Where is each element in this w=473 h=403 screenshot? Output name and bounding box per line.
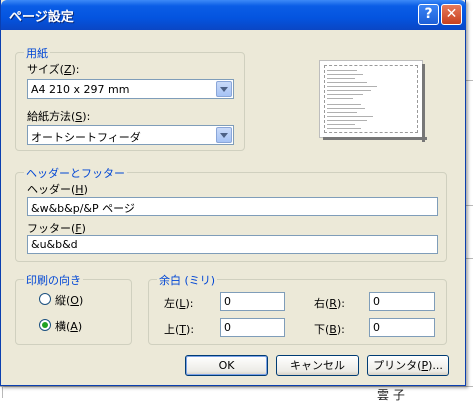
preview-line bbox=[327, 70, 357, 71]
margin-left-label: 左(L): bbox=[164, 297, 194, 310]
bg-text: 雲 子 bbox=[377, 388, 405, 402]
landscape-label[interactable]: 横(A) bbox=[55, 318, 82, 334]
paper-source-value: オートシートフィーダ bbox=[31, 131, 141, 144]
footer-label: フッター(F) bbox=[27, 222, 86, 235]
preview-line bbox=[327, 90, 371, 91]
preview-line bbox=[327, 124, 355, 125]
margin-top-label: 上(T): bbox=[164, 323, 195, 336]
page-setup-dialog: ページ設定 ? ✕ 用紙 サイズ(Z): A4 210 x 297 mm 給紙方… bbox=[0, 0, 466, 386]
footer-field[interactable]: &u&b&d bbox=[27, 235, 438, 254]
paper-size-label: サイズ(Z): bbox=[27, 63, 80, 76]
preview-line bbox=[327, 98, 353, 99]
portrait-radio[interactable] bbox=[39, 293, 51, 305]
chevron-down-icon[interactable] bbox=[216, 81, 232, 97]
preview-line bbox=[327, 86, 377, 87]
paper-size-value: A4 210 x 297 mm bbox=[31, 83, 130, 96]
preview-line bbox=[327, 104, 361, 105]
help-button[interactable]: ? bbox=[418, 4, 439, 25]
bg-grid-line bbox=[466, 80, 473, 81]
header-label: ヘッダー(H) bbox=[27, 183, 88, 196]
margin-right-field[interactable]: 0 bbox=[369, 292, 435, 311]
margin-top-field[interactable]: 0 bbox=[220, 318, 285, 337]
preview-line bbox=[327, 112, 357, 113]
printer-button[interactable]: プリンタ(P)... bbox=[367, 355, 449, 376]
preview-line bbox=[327, 74, 363, 75]
preview-line bbox=[327, 108, 365, 109]
header-field[interactable]: &w&b&p/&P ページ bbox=[27, 197, 438, 216]
bg-grid-line bbox=[466, 258, 473, 259]
orientation-legend: 印刷の向き bbox=[24, 272, 83, 288]
orientation-group: 印刷の向き bbox=[15, 272, 132, 345]
cancel-button[interactable]: キャンセル bbox=[276, 355, 359, 376]
preview-shadow bbox=[323, 137, 427, 140]
margin-bottom-label: 下(B): bbox=[314, 323, 345, 336]
margin-right-label: 右(R): bbox=[314, 297, 345, 310]
preview-shadow bbox=[422, 64, 425, 142]
portrait-label[interactable]: 縦(O) bbox=[55, 292, 83, 308]
chevron-down-icon[interactable] bbox=[216, 127, 232, 143]
preview-line bbox=[327, 78, 355, 79]
window-title: ページ設定 bbox=[9, 10, 74, 25]
preview-line bbox=[327, 120, 367, 121]
paper-source-label: 給紙方法(S): bbox=[27, 110, 91, 123]
ok-button[interactable]: OK bbox=[185, 355, 268, 376]
close-button[interactable]: ✕ bbox=[441, 4, 462, 25]
preview-line bbox=[327, 116, 373, 117]
preview-line bbox=[327, 128, 361, 129]
preview-margin-box bbox=[324, 65, 418, 133]
header-footer-legend: ヘッダーとフッター bbox=[24, 165, 127, 181]
preview-line bbox=[327, 82, 367, 83]
paper-source-select[interactable]: オートシートフィーダ bbox=[27, 125, 234, 145]
margin-left-field[interactable]: 0 bbox=[220, 292, 285, 311]
title-bar[interactable]: ページ設定 ? ✕ bbox=[1, 0, 466, 30]
margin-bottom-field[interactable]: 0 bbox=[369, 318, 435, 337]
paper-legend: 用紙 bbox=[24, 45, 50, 61]
page-preview bbox=[319, 60, 427, 142]
bg-grid-line bbox=[466, 205, 473, 206]
landscape-radio[interactable] bbox=[39, 319, 51, 331]
paper-size-select[interactable]: A4 210 x 297 mm bbox=[27, 79, 234, 99]
preview-line bbox=[327, 94, 363, 95]
margins-legend: 余白 (ミリ) bbox=[157, 272, 218, 288]
